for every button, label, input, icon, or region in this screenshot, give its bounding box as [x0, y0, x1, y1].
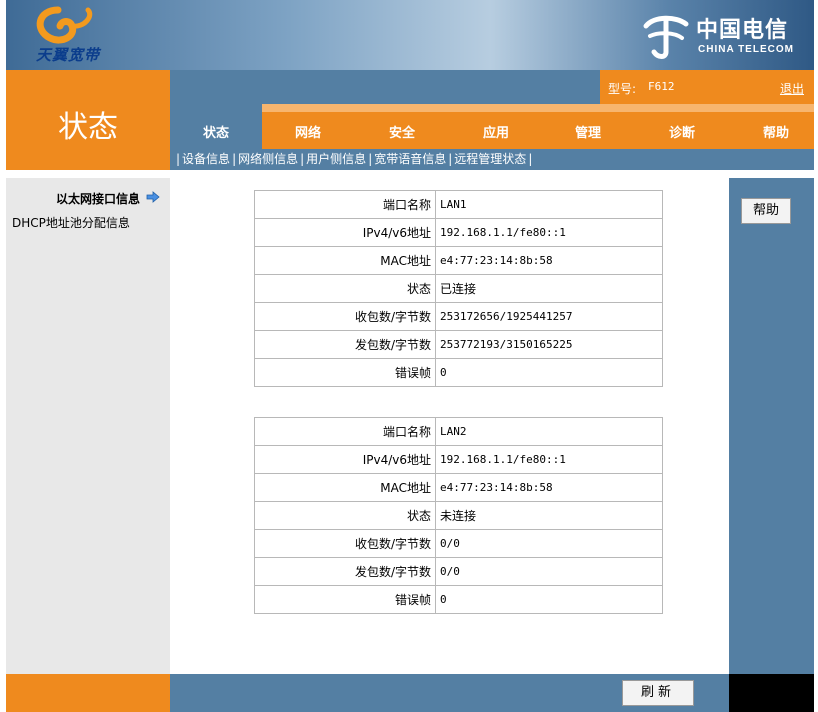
table-row: IPv4/v6地址 192.168.1.1/fe80::1	[254, 218, 663, 247]
row-key: MAC地址	[254, 246, 436, 275]
row-value: 253772193/3150165225	[435, 330, 663, 359]
tab-help[interactable]: 帮助	[736, 122, 816, 141]
logout-link[interactable]: 退出	[780, 80, 804, 97]
row-value: 0/0	[435, 557, 663, 586]
china-telecom-icon	[643, 15, 689, 59]
row-key: 发包数/字节数	[254, 557, 436, 586]
refresh-button[interactable]: 刷新	[622, 680, 694, 706]
table-row: 端口名称 LAN1	[254, 190, 663, 219]
row-value: 0	[435, 585, 663, 614]
tab-application[interactable]: 应用	[456, 122, 536, 141]
page-title: 状态	[58, 110, 118, 145]
top-banner: 天翼宽带 中国电信 CHINA TELECOM	[6, 0, 814, 70]
table-row: 端口名称 LAN2	[254, 417, 663, 446]
table-row: 状态 已连接	[254, 274, 663, 303]
footer-left	[6, 674, 170, 712]
tab-management[interactable]: 管理	[548, 122, 628, 141]
table-row: 状态 未连接	[254, 501, 663, 530]
row-key: 错误帧	[254, 585, 436, 614]
subnav-remote-mgmt-status[interactable]: 远程管理状态	[454, 152, 526, 166]
row-value: LAN1	[435, 190, 663, 219]
china-telecom-en-text: CHINA TELECOM	[698, 44, 794, 55]
row-value: 192.168.1.1/fe80::1	[435, 218, 663, 247]
footer-right	[729, 674, 814, 712]
table-row: 发包数/字节数 0/0	[254, 557, 663, 586]
row-key: 收包数/字节数	[254, 529, 436, 558]
model-area: 型号: F612 退出	[600, 70, 814, 104]
table-row: 发包数/字节数 253772193/3150165225	[254, 330, 663, 359]
sidebar: 以太网接口信息 DHCP地址池分配信息	[6, 178, 170, 674]
row-value: 192.168.1.1/fe80::1	[435, 445, 663, 474]
row-value: 0	[435, 358, 663, 387]
tab-network[interactable]: 网络	[268, 122, 348, 141]
table-row: 错误帧 0	[254, 585, 663, 614]
table-row: 收包数/字节数 253172656/1925441257	[254, 302, 663, 331]
main-content: 端口名称 LAN1 IPv4/v6地址 192.168.1.1/fe80::1 MA…	[170, 178, 729, 674]
port-info-table: 端口名称 LAN2 IPv4/v6地址 192.168.1.1/fe80::1 MA…	[254, 417, 663, 614]
port-info-table: 端口名称 LAN1 IPv4/v6地址 192.168.1.1/fe80::1 MA…	[254, 190, 663, 387]
table-row: 错误帧 0	[254, 358, 663, 387]
row-value: LAN2	[435, 417, 663, 446]
tab-status[interactable]: 状态	[176, 122, 256, 141]
help-panel: 帮助	[729, 178, 814, 674]
table-row: 收包数/字节数 0/0	[254, 529, 663, 558]
row-key: 收包数/字节数	[254, 302, 436, 331]
subnav-device-info[interactable]: 设备信息	[182, 152, 230, 166]
china-telecom-logo: 中国电信 CHINA TELECOM	[640, 12, 810, 60]
tianyi-logo-text: 天翼宽带	[36, 46, 101, 64]
subnav-separator: |	[176, 152, 181, 166]
row-key: 错误帧	[254, 358, 436, 387]
subnav-user-side-info[interactable]: 用户侧信息	[306, 152, 366, 166]
model-value: F612	[648, 80, 675, 93]
subnav-separator: |	[232, 152, 237, 166]
row-key: 状态	[254, 501, 436, 530]
subnav-network-side-info[interactable]: 网络侧信息	[238, 152, 298, 166]
footer-bar: 刷新	[170, 674, 729, 712]
table-row: MAC地址 e4:77:23:14:8b:58	[254, 246, 663, 275]
row-value: 已连接	[435, 274, 663, 303]
row-value: 0/0	[435, 529, 663, 558]
help-button[interactable]: 帮助	[741, 198, 791, 224]
row-key: 状态	[254, 274, 436, 303]
row-value: 未连接	[435, 501, 663, 530]
row-value: e4:77:23:14:8b:58	[435, 473, 663, 502]
sidebar-item-ethernet-info[interactable]: 以太网接口信息	[56, 190, 140, 207]
model-label: 型号:	[608, 82, 637, 96]
row-key: IPv4/v6地址	[254, 218, 436, 247]
row-key: 端口名称	[254, 417, 436, 446]
table-row: MAC地址 e4:77:23:14:8b:58	[254, 473, 663, 502]
tab-security[interactable]: 安全	[362, 122, 442, 141]
table-row: IPv4/v6地址 192.168.1.1/fe80::1	[254, 445, 663, 474]
sidebar-item-dhcp-pool-info[interactable]: DHCP地址池分配信息	[12, 214, 130, 231]
arrow-right-icon	[146, 191, 160, 203]
tianyi-swirl-icon	[36, 6, 93, 44]
subnav-separator: |	[300, 152, 305, 166]
row-key: MAC地址	[254, 473, 436, 502]
main-tabs: 状态 网络 安全 应用 管理 诊断 帮助	[170, 104, 814, 149]
subnav-separator: |	[528, 152, 533, 166]
section-header: 状态	[6, 70, 170, 170]
row-value: 253172656/1925441257	[435, 302, 663, 331]
row-key: 发包数/字节数	[254, 330, 436, 359]
row-key: 端口名称	[254, 190, 436, 219]
subnav-voice-info[interactable]: 宽带语音信息	[374, 152, 446, 166]
tab-diagnostics[interactable]: 诊断	[642, 122, 722, 141]
china-telecom-cn-text: 中国电信	[696, 17, 789, 43]
sub-navigation: | 设备信息 | 网络侧信息 | 用户侧信息 | 宽带语音信息 | 远程管理状态 |	[170, 149, 814, 170]
row-key: IPv4/v6地址	[254, 445, 436, 474]
top-nav-bar: 型号: F612 退出 状态 网络 安全 应用 管理 诊断 帮助 | 设备信息 | 网…	[170, 70, 814, 170]
row-value: e4:77:23:14:8b:58	[435, 246, 663, 275]
